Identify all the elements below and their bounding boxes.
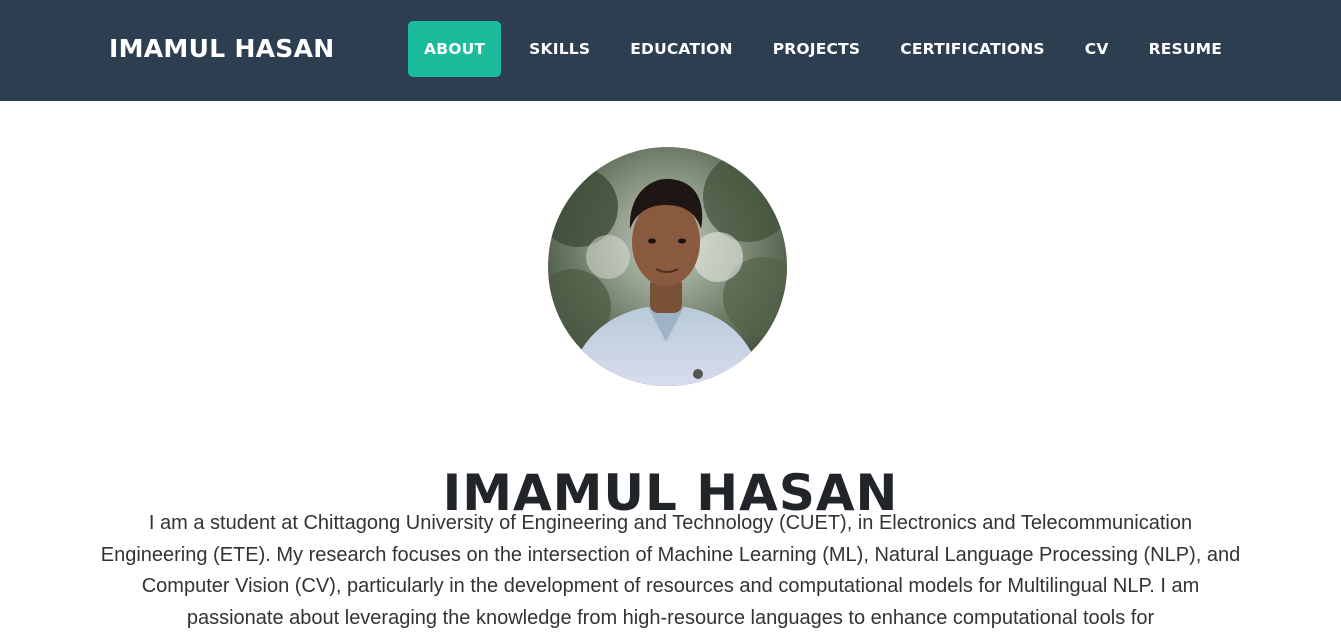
navbar: IMAMUL HASAN ABOUT SKILLS EDUCATION PROJ… (0, 0, 1341, 101)
profile-photo (548, 147, 787, 386)
bio-paragraph: I am a student at Chittagong University … (100, 512, 1241, 629)
nav-education[interactable]: EDUCATION (610, 21, 753, 77)
nav-certifications[interactable]: CERTIFICATIONS (880, 21, 1065, 77)
nav-projects[interactable]: PROJECTS (753, 21, 881, 77)
brand-link[interactable]: IMAMUL HASAN (109, 32, 335, 66)
nav-skills[interactable]: SKILLS (509, 21, 610, 77)
nav-about[interactable]: ABOUT (408, 21, 502, 77)
nav-menu: ABOUT SKILLS EDUCATION PROJECTS CERTIFIC… (408, 21, 1242, 77)
nav-resume[interactable]: RESUME (1129, 21, 1243, 77)
nav-cv[interactable]: CV (1065, 21, 1129, 77)
